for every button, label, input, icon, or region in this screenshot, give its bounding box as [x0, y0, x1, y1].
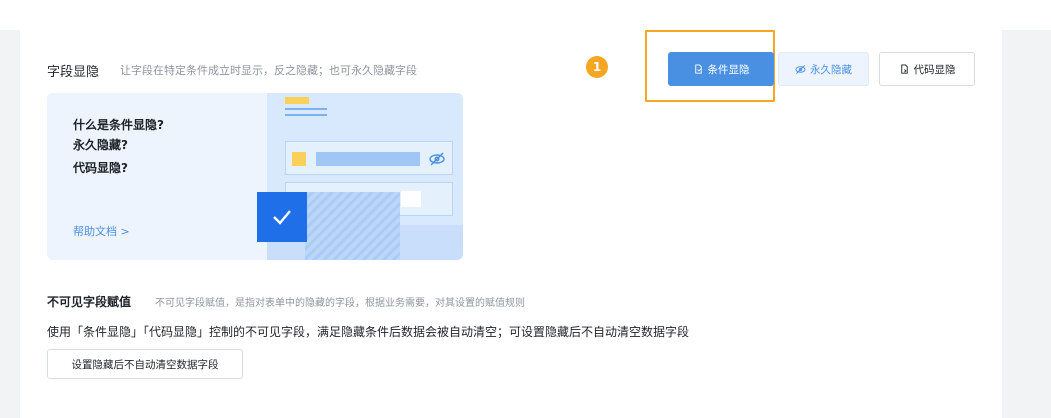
- question-conditional: 什么是条件显隐?: [73, 118, 164, 132]
- left-gutter: [0, 30, 20, 418]
- step-badge: 1: [586, 56, 608, 78]
- conditional-visibility-label: 条件显隐: [707, 63, 750, 76]
- code-visibility-button[interactable]: 代码显隐: [879, 52, 975, 86]
- illustration-bar: [401, 191, 421, 207]
- keep-data-setting-button[interactable]: 设置隐藏后不自动清空数据字段: [47, 349, 243, 379]
- help-card: 什么是条件显隐? 永久隐藏? 代码显隐? 帮助文档 >: [47, 93, 463, 260]
- help-docs-link[interactable]: 帮助文档 >: [73, 223, 130, 239]
- permanent-hide-button[interactable]: 永久隐藏: [778, 52, 869, 86]
- invisible-field-title: 不可见字段赋值: [47, 295, 132, 309]
- section-title: 字段显隐: [47, 65, 100, 80]
- conditional-visibility-button[interactable]: 条件显隐: [668, 52, 774, 86]
- illustration-line: [285, 108, 327, 110]
- eye-slash-icon: [795, 64, 806, 74]
- question-code: 代码显隐?: [73, 161, 128, 175]
- illustration-bar: [316, 152, 420, 166]
- top-bar: [0, 0, 1051, 30]
- illustration-hatch: [305, 192, 400, 260]
- doc-condition-icon: [694, 63, 702, 74]
- invisible-field-description: 不可见字段赋值，是指对表单中的隐藏的字段，根据业务需要，对其设置的赋值规则: [155, 298, 525, 309]
- help-illustration: [257, 93, 463, 260]
- illustration-square: [292, 152, 306, 166]
- illustration-tag: [285, 97, 309, 104]
- question-permanent: 永久隐藏?: [73, 138, 128, 152]
- help-card-text-area: 什么是条件显隐? 永久隐藏? 代码显隐? 帮助文档 >: [47, 93, 267, 260]
- code-visibility-label: 代码显隐: [913, 63, 956, 76]
- permanent-hide-label: 永久隐藏: [810, 63, 852, 76]
- right-gutter: [1002, 30, 1051, 418]
- check-icon: [257, 192, 307, 242]
- invisible-field-text: 使用「条件显隐」「代码显隐」控制的不可见字段，满足隐藏条件后数据会被自动清空；可…: [47, 325, 690, 339]
- field-visibility-panel: 字段显隐 让字段在特定条件成立时显示，反之隐藏；也可永久隐藏字段 1 条件显隐 …: [20, 30, 1002, 418]
- doc-code-icon: [900, 63, 908, 74]
- illustration-line: [285, 114, 327, 116]
- section-description: 让字段在特定条件成立时显示，反之隐藏；也可永久隐藏字段: [120, 64, 417, 77]
- eye-slash-icon: [429, 152, 445, 166]
- illustration-field-hidden: [285, 141, 453, 175]
